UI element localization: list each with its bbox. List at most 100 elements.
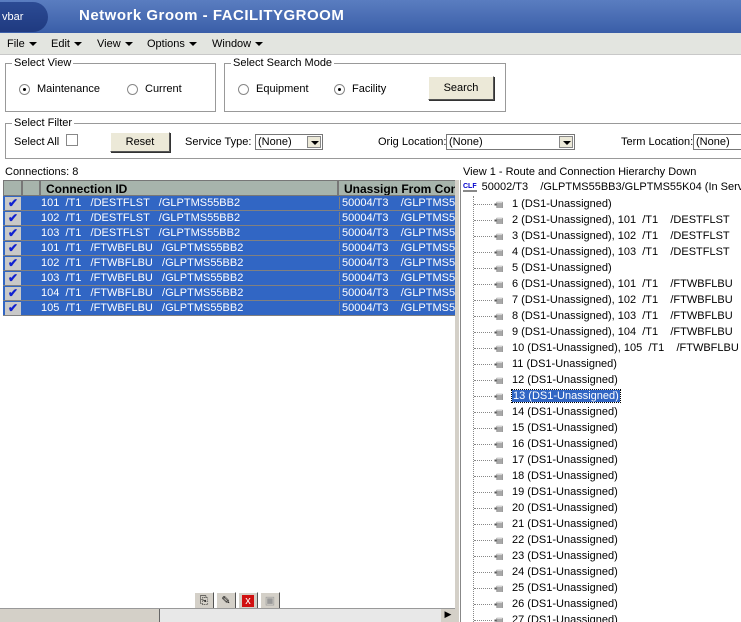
tree-connector (474, 507, 492, 509)
table-row[interactable]: ✔ 102 /T1 /DESTFLST /GLPTMS55BB2 50004/T3 … (3, 211, 455, 226)
radio-equipment[interactable]: Equipment (238, 83, 309, 95)
orig-location-select[interactable]: (None) (446, 134, 575, 150)
checkmark-icon[interactable]: ✔ (5, 242, 21, 255)
select-view-legend: Select View (14, 57, 72, 69)
tree-item[interactable]: ▪▤ 26 (DS1-Unassigned) (474, 596, 618, 612)
tree-item-label: 23 (DS1-Unassigned) (512, 550, 618, 562)
table-row[interactable]: ✔ 101 /T1 /DESTFLST /GLPTMS55BB2 50004/T3 … (3, 196, 455, 211)
checkmark-icon[interactable]: ✔ (5, 302, 21, 315)
radio-dot[interactable] (334, 83, 345, 95)
menu-view[interactable]: View (97, 38, 133, 50)
select-all-checkbox[interactable] (66, 134, 78, 146)
chevron-down-icon[interactable] (559, 136, 573, 148)
tree-item[interactable]: ▪▤ 11 (DS1-Unassigned) (474, 356, 617, 372)
tree-connector (474, 363, 492, 365)
checkmark-icon[interactable]: ✔ (5, 212, 21, 225)
column-header-unassign[interactable]: Unassign From Conn (338, 180, 455, 196)
tree-item[interactable]: ▪▤ 4 (DS1-Unassigned), 103 /T1 /DESTFLST … (474, 244, 741, 260)
column-header-check[interactable] (3, 180, 22, 196)
tree-item-label: 17 (DS1-Unassigned) (512, 454, 618, 466)
tree-connector (474, 475, 492, 477)
splitter[interactable] (455, 180, 459, 622)
tree-item[interactable]: ▪▤ 20 (DS1-Unassigned) (474, 500, 618, 516)
menu-file[interactable]: File (7, 38, 37, 50)
tree-item[interactable]: ▪▤ 8 (DS1-Unassigned), 103 /T1 /FTWBFLBU … (474, 308, 741, 324)
tree-item-label: 10 (DS1-Unassigned), 105 /T1 /FTWBFLBU /… (512, 342, 739, 354)
tree-item[interactable]: ▪▤ 10 (DS1-Unassigned), 105 /T1 /FTWBFLBU… (474, 340, 741, 356)
tree-item[interactable]: ▪▤ 9 (DS1-Unassigned), 104 /T1 /FTWBFLBU … (474, 324, 741, 340)
tree-item[interactable]: ▪▤ 22 (DS1-Unassigned) (474, 532, 618, 548)
menu-window[interactable]: Window (212, 38, 263, 50)
tree-item[interactable]: ▪▤ 14 (DS1-Unassigned) (474, 404, 618, 420)
checkmark-icon[interactable]: ✔ (5, 227, 21, 240)
tree-item[interactable]: ▪▤ 6 (DS1-Unassigned), 101 /T1 /FTWBFLBU … (474, 276, 741, 292)
tree-item[interactable]: ▪▤ 19 (DS1-Unassigned) (474, 484, 618, 500)
scrollbar-thumb[interactable] (0, 609, 160, 622)
connection-id-cell: 101 /T1 /FTWBFLBU /GLPTMS55BB2 (41, 242, 244, 254)
table-row[interactable]: ✔ 105 /T1 /FTWBFLBU /GLPTMS55BB2 50004/T3 … (3, 301, 455, 316)
connection-id-cell: 103 /T1 /FTWBFLBU /GLPTMS55BB2 (41, 272, 244, 284)
tree-root[interactable]: CLF 50002/T3 /GLPTMS55BB3/GLPTMS55K04 (I… (463, 181, 741, 193)
select-filter-legend: Select Filter (14, 117, 73, 129)
radio-maintenance[interactable]: Maintenance (19, 83, 100, 95)
tree-item[interactable]: ▪▤ 23 (DS1-Unassigned) (474, 548, 618, 564)
taskbar-button[interactable]: vbar (0, 2, 48, 32)
tree-item[interactable]: ▪▤ 17 (DS1-Unassigned) (474, 452, 618, 468)
radio-current[interactable]: Current (127, 83, 182, 95)
ds1-channel-icon: ▪▤ (494, 616, 503, 622)
search-mode-legend: Select Search Mode (233, 57, 333, 69)
tree-item-label: 15 (DS1-Unassigned) (512, 422, 618, 434)
checkmark-icon[interactable]: ✔ (5, 287, 21, 300)
tree-item-label: 2 (DS1-Unassigned), 101 /T1 /DESTFLST /G… (512, 214, 730, 226)
chevron-down-icon[interactable] (307, 136, 321, 148)
term-location-select[interactable]: (None) (693, 134, 741, 150)
tree-item[interactable]: ▪▤ 13 (DS1-Unassigned) (474, 388, 621, 404)
menu-edit[interactable]: Edit (51, 38, 82, 50)
service-type-select[interactable]: (None) (255, 134, 323, 150)
tree-item[interactable]: ▪▤ 27 (DS1-Unassigned) (474, 612, 618, 622)
checkmark-icon[interactable]: ✔ (5, 197, 21, 210)
tree-item[interactable]: ▪▤ 21 (DS1-Unassigned) (474, 516, 618, 532)
unassign-cell: 50004/T3 /GLPTMS55 (339, 212, 455, 224)
table-row[interactable]: ✔ 102 /T1 /FTWBFLBU /GLPTMS55BB2 50004/T3 … (3, 256, 455, 271)
column-header-blank[interactable] (22, 180, 40, 196)
radio-dot[interactable] (127, 83, 138, 95)
reset-button[interactable]: Reset (110, 132, 170, 152)
menu-options[interactable]: Options (147, 38, 197, 50)
ds1-channel-icon: ▪▤ (494, 328, 503, 337)
ds1-channel-icon: ▪▤ (494, 472, 503, 481)
table-row[interactable]: ✔ 103 /T1 /FTWBFLBU /GLPTMS55BB2 50004/T3 … (3, 271, 455, 286)
tree-connector (474, 491, 492, 493)
horizontal-scrollbar[interactable]: ▶ (0, 608, 455, 622)
checkmark-icon[interactable]: ✔ (5, 272, 21, 285)
tree-item[interactable]: ▪▤ 5 (DS1-Unassigned) (474, 260, 612, 276)
orig-location-label: Orig Location: (378, 136, 447, 148)
table-row[interactable]: ✔ 103 /T1 /DESTFLST /GLPTMS55BB2 50004/T3 … (3, 226, 455, 241)
table-row[interactable]: ✔ 104 /T1 /FTWBFLBU /GLPTMS55BB2 50004/T3 … (3, 286, 455, 301)
scroll-right-arrow-icon[interactable]: ▶ (441, 609, 455, 622)
tree-item[interactable]: ▪▤ 16 (DS1-Unassigned) (474, 436, 618, 452)
tree-item[interactable]: ▪▤ 18 (DS1-Unassigned) (474, 468, 618, 484)
ds1-channel-icon: ▪▤ (494, 232, 503, 241)
tree-connector (474, 587, 492, 589)
column-header-connection-id[interactable]: Connection ID (40, 180, 338, 196)
radio-facility[interactable]: Facility (334, 83, 386, 95)
service-type-value: (None) (258, 136, 292, 148)
tree-item[interactable]: ▪▤ 3 (DS1-Unassigned), 102 /T1 /DESTFLST … (474, 228, 741, 244)
tree-item-label: 3 (DS1-Unassigned), 102 /T1 /DESTFLST /G… (512, 230, 730, 242)
tree-item[interactable]: ▪▤ 24 (DS1-Unassigned) (474, 564, 618, 580)
connection-id-cell: 101 /T1 /DESTFLST /GLPTMS55BB2 (41, 197, 241, 209)
tree-item[interactable]: ▪▤ 2 (DS1-Unassigned), 101 /T1 /DESTFLST … (474, 212, 741, 228)
radio-dot[interactable] (19, 83, 30, 95)
search-button[interactable]: Search (428, 76, 494, 100)
radio-dot[interactable] (238, 83, 249, 95)
table-row[interactable]: ✔ 101 /T1 /FTWBFLBU /GLPTMS55BB2 50004/T3 … (3, 241, 455, 256)
tree-item[interactable]: ▪▤ 25 (DS1-Unassigned) (474, 580, 618, 596)
unassign-cell: 50004/T3 /GLPTMS55 (339, 302, 455, 314)
checkmark-icon[interactable]: ✔ (5, 257, 21, 270)
connections-table: Connection ID Unassign From Conn ✔ 101 /T… (3, 180, 455, 317)
tree-item[interactable]: ▪▤ 12 (DS1-Unassigned) (474, 372, 618, 388)
tree-item[interactable]: ▪▤ 1 (DS1-Unassigned) (474, 196, 612, 212)
tree-item[interactable]: ▪▤ 7 (DS1-Unassigned), 102 /T1 /FTWBFLBU … (474, 292, 741, 308)
tree-item[interactable]: ▪▤ 15 (DS1-Unassigned) (474, 420, 618, 436)
